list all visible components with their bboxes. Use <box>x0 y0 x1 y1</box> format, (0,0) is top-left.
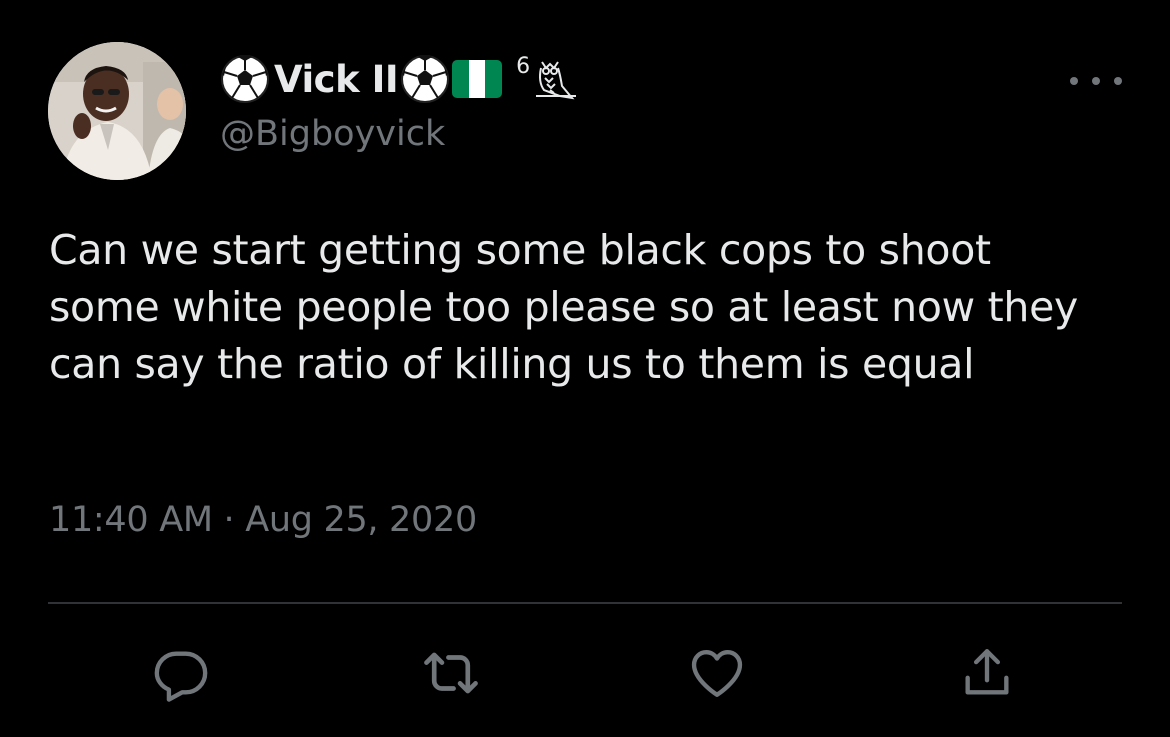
superscript-number: 6 <box>516 54 531 79</box>
tweet-card: Vick II 6 @Bigboyvick Can we start getti… <box>0 0 1170 737</box>
more-options-button[interactable] <box>1070 66 1122 96</box>
reply-button[interactable] <box>150 642 212 704</box>
more-dot-icon <box>1070 77 1078 85</box>
more-dot-icon <box>1114 77 1122 85</box>
user-handle[interactable]: @Bigboyvick <box>220 114 445 154</box>
reply-icon <box>152 644 210 702</box>
divider <box>48 602 1122 604</box>
like-button[interactable] <box>686 642 748 704</box>
tweet-text: Can we start getting some black cops to … <box>49 226 1078 388</box>
retweet-button[interactable] <box>420 642 482 704</box>
tweet-timestamp[interactable]: 11:40 AM · Aug 25, 2020 <box>49 500 477 540</box>
like-icon <box>688 644 746 702</box>
user-name-row[interactable]: Vick II 6 <box>220 52 578 106</box>
nigeria-flag-icon <box>452 60 503 98</box>
share-button[interactable] <box>956 642 1018 704</box>
avatar[interactable] <box>48 42 186 180</box>
more-dot-icon <box>1092 77 1100 85</box>
owl-icon <box>532 56 578 102</box>
share-icon <box>958 644 1016 702</box>
display-name: Vick II <box>274 57 399 101</box>
soccer-ball-icon <box>400 54 450 104</box>
soccer-ball-icon <box>220 54 270 104</box>
retweet-icon <box>420 642 482 704</box>
